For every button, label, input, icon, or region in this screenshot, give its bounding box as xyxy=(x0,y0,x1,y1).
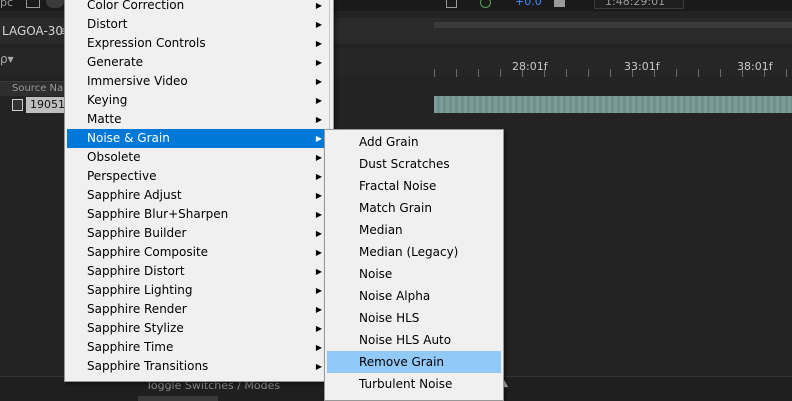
submenu-arrow-icon: ▶ xyxy=(315,210,322,219)
timecode-text: 1:48:29:01 xyxy=(605,0,666,8)
submenu-arrow-icon: ▶ xyxy=(315,248,322,257)
menu-item-sapphire-blur-sharpen[interactable]: Sapphire Blur+Sharpen ▶ xyxy=(67,205,331,224)
noise-grain-submenu: Add Grain Dust Scratches Fractal Noise M… xyxy=(324,129,504,401)
menu-item-label: Immersive Video xyxy=(87,74,188,88)
menu-item-label: Sapphire Lighting xyxy=(87,283,193,297)
menu-item-label: Sapphire Blur+Sharpen xyxy=(87,207,229,221)
submenu-arrow-icon: ▶ xyxy=(315,20,322,29)
menu-item-immersive-video[interactable]: Immersive Video ▶ xyxy=(67,72,331,91)
menu-item-label: Sapphire Stylize xyxy=(87,321,184,335)
menu-item-obsolete[interactable]: Obsolete ▶ xyxy=(67,148,331,167)
menu-item-matte[interactable]: Matte ▶ xyxy=(67,110,331,129)
ruler-tick-label: 38:01f xyxy=(737,60,773,73)
menu-item-label: Matte xyxy=(87,112,122,126)
menu-item-sapphire-composite[interactable]: Sapphire Composite ▶ xyxy=(67,243,331,262)
menu-item-sapphire-distort[interactable]: Sapphire Distort ▶ xyxy=(67,262,331,281)
layer-duration-bar[interactable] xyxy=(434,96,792,113)
menu-item-label: Obsolete xyxy=(87,150,141,164)
submenu-arrow-icon: ▶ xyxy=(315,115,322,124)
submenu-arrow-icon: ▶ xyxy=(315,39,322,48)
menu-item-sapphire-lighting[interactable]: Sapphire Lighting ▶ xyxy=(67,281,331,300)
submenu-item-dust-scratches[interactable]: Dust Scratches xyxy=(327,153,501,175)
ruler-tick-label: 33:01f xyxy=(624,60,660,73)
trash-icon[interactable] xyxy=(26,0,40,8)
layer-visibility-icon[interactable] xyxy=(12,99,23,111)
menu-item-color-correction[interactable]: Color Correction ▶ xyxy=(67,0,331,15)
menu-item-label: Sapphire Composite xyxy=(87,245,209,259)
submenu-arrow-icon: ▶ xyxy=(315,134,322,143)
ruler-tick-label: 28:01f xyxy=(512,60,548,73)
submenu-arrow-icon: ▶ xyxy=(315,58,322,67)
submenu-arrow-icon: ▶ xyxy=(315,153,322,162)
submenu-arrow-icon: ▶ xyxy=(315,172,322,181)
exposure-value[interactable]: +0.0 xyxy=(515,0,542,8)
submenu-item-noise-hls-auto[interactable]: Noise HLS Auto xyxy=(327,329,501,351)
menu-item-sapphire-stylize[interactable]: Sapphire Stylize ▶ xyxy=(67,319,331,338)
work-area-bar[interactable] xyxy=(434,22,792,28)
submenu-item-match-grain[interactable]: Match Grain xyxy=(327,197,501,219)
menu-item-label: Sapphire Transitions xyxy=(87,359,209,373)
submenu-arrow-icon: ▶ xyxy=(315,96,322,105)
submenu-item-noise[interactable]: Noise xyxy=(327,263,501,285)
submenu-item-noise-alpha[interactable]: Noise Alpha xyxy=(327,285,501,307)
color-wheel-icon[interactable] xyxy=(480,0,491,8)
menu-item-label: Noise & Grain xyxy=(87,131,170,145)
submenu-arrow-icon: ▶ xyxy=(315,77,322,86)
submenu-arrow-icon: ▶ xyxy=(315,362,322,371)
menu-item-sapphire-transitions[interactable]: Sapphire Transitions ▶ xyxy=(67,357,331,376)
menu-item-label: Sapphire Distort xyxy=(87,264,185,278)
submenu-arrow-icon: ▶ xyxy=(315,191,322,200)
menu-item-label: Sapphire Adjust xyxy=(87,188,182,202)
submenu-item-remove-grain[interactable]: Remove Grain xyxy=(327,351,501,373)
menu-item-sapphire-time[interactable]: Sapphire Time ▶ xyxy=(67,338,331,357)
menu-item-noise-grain[interactable]: Noise & Grain ▶ xyxy=(67,129,331,148)
menu-item-label: Sapphire Time xyxy=(87,340,174,354)
camera-icon[interactable] xyxy=(554,0,565,7)
menu-item-sapphire-adjust[interactable]: Sapphire Adjust ▶ xyxy=(67,186,331,205)
composition-tab[interactable]: LAGOA-30 xyxy=(2,24,63,38)
submenu-item-median-legacy[interactable]: Median (Legacy) xyxy=(327,241,501,263)
menu-item-label: Distort xyxy=(87,17,128,31)
toggle-switch[interactable] xyxy=(46,0,64,8)
menu-item-distort[interactable]: Distort ▶ xyxy=(67,15,331,34)
submenu-arrow-icon: ▶ xyxy=(315,229,322,238)
column-header: Source Name xyxy=(0,81,79,96)
menu-item-label: Keying xyxy=(87,93,128,107)
submenu-arrow-icon: ▶ xyxy=(315,343,322,352)
layer-name[interactable]: 190516 xyxy=(26,97,66,113)
search-icon[interactable]: ρ▾ xyxy=(0,52,14,66)
submenu-arrow-icon: ▶ xyxy=(315,1,322,10)
submenu-item-noise-hls[interactable]: Noise HLS xyxy=(327,307,501,329)
menu-item-keying[interactable]: Keying ▶ xyxy=(67,91,331,110)
menu-item-sapphire-render[interactable]: Sapphire Render ▶ xyxy=(67,300,331,319)
menu-item-label: Perspective xyxy=(87,169,157,183)
effects-menu: Color Correction ▶ Distort ▶ Expression Co… xyxy=(64,0,334,382)
menu-item-label: Expression Controls xyxy=(87,36,206,50)
menu-item-sapphire-builder[interactable]: Sapphire Builder ▶ xyxy=(67,224,331,243)
submenu-arrow-icon: ▶ xyxy=(315,286,322,295)
checkbox-icon[interactable] xyxy=(446,0,457,8)
submenu-arrow-icon: ▶ xyxy=(315,324,322,333)
submenu-arrow-icon: ▶ xyxy=(315,305,322,314)
toolbar-left-text: pc xyxy=(0,0,14,9)
submenu-item-turbulent-noise[interactable]: Turbulent Noise xyxy=(327,373,501,395)
menu-item-label: Sapphire Builder xyxy=(87,226,187,240)
menu-item-generate[interactable]: Generate ▶ xyxy=(67,53,331,72)
submenu-item-median[interactable]: Median xyxy=(327,219,501,241)
menu-item-label: Generate xyxy=(87,55,144,69)
submenu-item-fractal-noise[interactable]: Fractal Noise xyxy=(327,175,501,197)
menu-item-label: Sapphire Render xyxy=(87,302,187,316)
menu-item-perspective[interactable]: Perspective ▶ xyxy=(67,167,331,186)
horizontal-scrollbar[interactable] xyxy=(138,396,218,401)
submenu-arrow-icon: ▶ xyxy=(315,267,322,276)
menu-item-expression-controls[interactable]: Expression Controls ▶ xyxy=(67,34,331,53)
menu-item-label: Color Correction xyxy=(87,0,185,12)
submenu-item-add-grain[interactable]: Add Grain xyxy=(327,131,501,153)
